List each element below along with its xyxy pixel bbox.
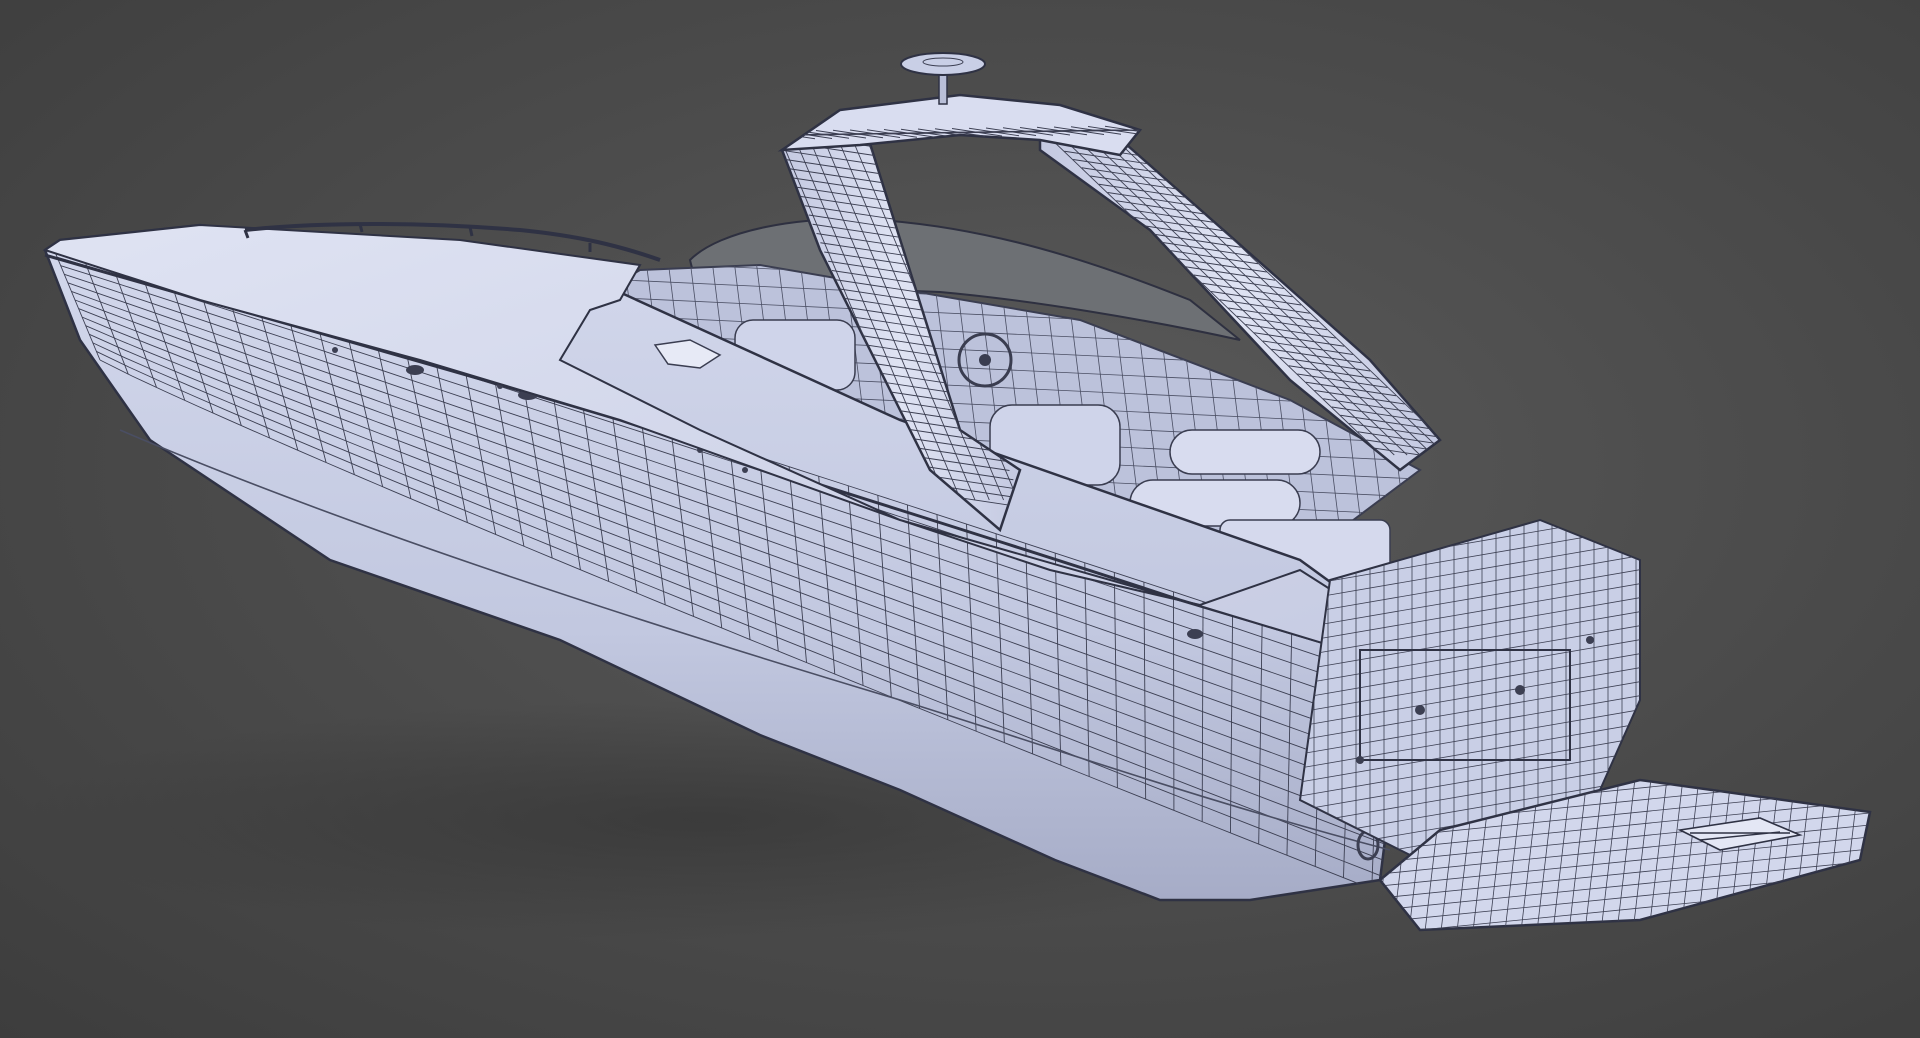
radar-dome-icon <box>900 52 986 76</box>
transom-fitting <box>1586 636 1594 644</box>
transom-fitting <box>1356 756 1364 764</box>
render-viewport <box>0 0 1920 1038</box>
transom-fitting <box>1515 685 1525 695</box>
porthole <box>406 365 424 375</box>
fitting <box>742 467 748 473</box>
fitting <box>332 347 338 353</box>
speedboat-wireframe-model <box>20 52 1872 940</box>
porthole <box>1187 629 1203 639</box>
bolster-cushion-1 <box>1169 429 1321 475</box>
transom-fitting <box>1415 705 1425 715</box>
